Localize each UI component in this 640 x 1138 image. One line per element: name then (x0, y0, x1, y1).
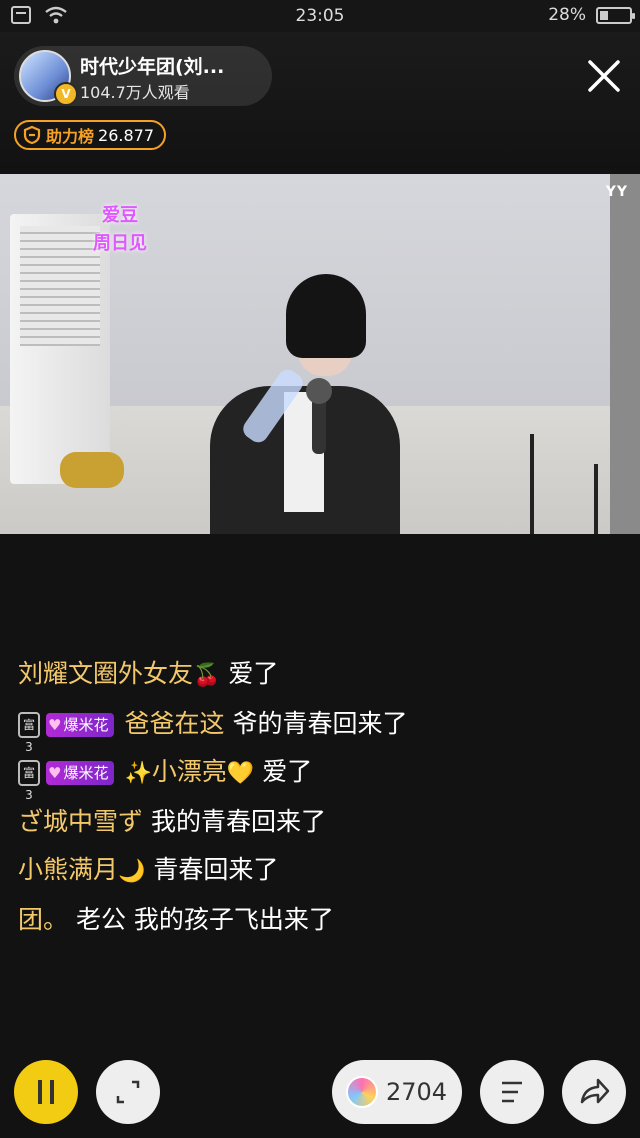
chat-message: 刘耀文圈外女友🍒 爱了 (18, 650, 618, 700)
share-button[interactable] (562, 1060, 626, 1124)
chat-username[interactable]: 爸爸在这 (124, 709, 224, 738)
chat-username[interactable]: 刘耀文圈外女友 (18, 659, 193, 688)
support-rank-button[interactable]: 助力榜 26.877 (14, 120, 166, 150)
live-header: V 时代少年团(刘... 104.7万人观看 助力榜 26.877 (0, 32, 640, 172)
chat-text: 爱了 (262, 757, 313, 786)
mic-stand (594, 464, 598, 534)
rank-label: 助力榜 (46, 127, 95, 146)
chat-text: 爷的青春回来了 (232, 709, 408, 738)
plush-toys (60, 452, 124, 488)
chat-text: 青春回来了 (153, 855, 279, 884)
share-icon (580, 1078, 610, 1104)
chat-message: ざ城中雪ず 我的青春回来了 (18, 798, 618, 846)
chat-username[interactable]: 团。 (18, 905, 68, 934)
close-icon[interactable] (580, 52, 628, 100)
fan-badge: ♥ 爆米花 (46, 761, 115, 785)
live-video[interactable]: 爱豆 周日见 YY (0, 174, 640, 534)
battery-fill (600, 10, 608, 20)
chat-list: 刘耀文圈外女友🍒 爱了 富3♥ 爆米花 爸爸在这 爷的青春回来了 富3♥ 爆米花 ✨小漂… (18, 650, 618, 944)
fullscreen-button[interactable] (96, 1060, 160, 1124)
yy-watermark: YY (605, 184, 628, 200)
shield-icon (23, 125, 41, 145)
gift-button[interactable]: 2704 (332, 1060, 462, 1124)
host-info[interactable]: V 时代少年团(刘... 104.7万人观看 (14, 46, 272, 106)
chat-username[interactable]: 小漂亮 (152, 757, 227, 786)
status-bar: 23:05 28% (0, 0, 640, 32)
chat-message: 富3♥ 爆米花 ✨小漂亮💛 爱了 (18, 748, 618, 802)
pause-icon (38, 1080, 42, 1104)
sparkle-emoji: ✨ (124, 761, 152, 786)
battery-icon (596, 6, 635, 24)
wealth-badge: 富3 (18, 712, 40, 754)
heart-emoji: 💛 (226, 761, 255, 786)
cherry-emoji: 🍒 (193, 663, 221, 688)
chat-username[interactable]: ざ城中雪ず (18, 807, 143, 836)
performer (200, 274, 400, 534)
host-name: 时代少年团(刘... (80, 56, 225, 78)
menu-button[interactable] (480, 1060, 544, 1124)
chat-username[interactable]: 小熊满月 (18, 855, 118, 884)
rank-value: 26.877 (98, 125, 154, 145)
verified-badge: V (54, 82, 78, 106)
gift-count: 2704 (386, 1078, 448, 1106)
battery-percent: 28% (548, 5, 586, 25)
chat-text: 老公 我的孩子飞出来了 (75, 905, 334, 934)
status-time: 23:05 (295, 6, 345, 26)
door (610, 174, 640, 534)
chat-message: 小熊满月🌙 青春回来了 (18, 846, 618, 896)
viewer-count: 104.7万人观看 (80, 83, 190, 102)
chat-text: 爱了 (228, 659, 279, 688)
moon-emoji: 🌙 (118, 859, 146, 884)
fan-badge: ♥ 爆米花 (46, 713, 115, 737)
menu-icon (502, 1081, 522, 1103)
wealth-badge: 富3 (18, 760, 40, 802)
pause-button[interactable] (14, 1060, 78, 1124)
chat-text: 我的青春回来了 (150, 807, 326, 836)
mic-stand (530, 434, 534, 534)
lollipop-icon (346, 1076, 378, 1108)
stage-logo: 爱豆 周日见 (93, 205, 147, 254)
chat-message: 富3♥ 爆米花 爸爸在这 爷的青春回来了 (18, 700, 618, 754)
chat-message: 团。 老公 我的孩子飞出来了 (18, 896, 618, 944)
fullscreen-icon (116, 1080, 140, 1104)
